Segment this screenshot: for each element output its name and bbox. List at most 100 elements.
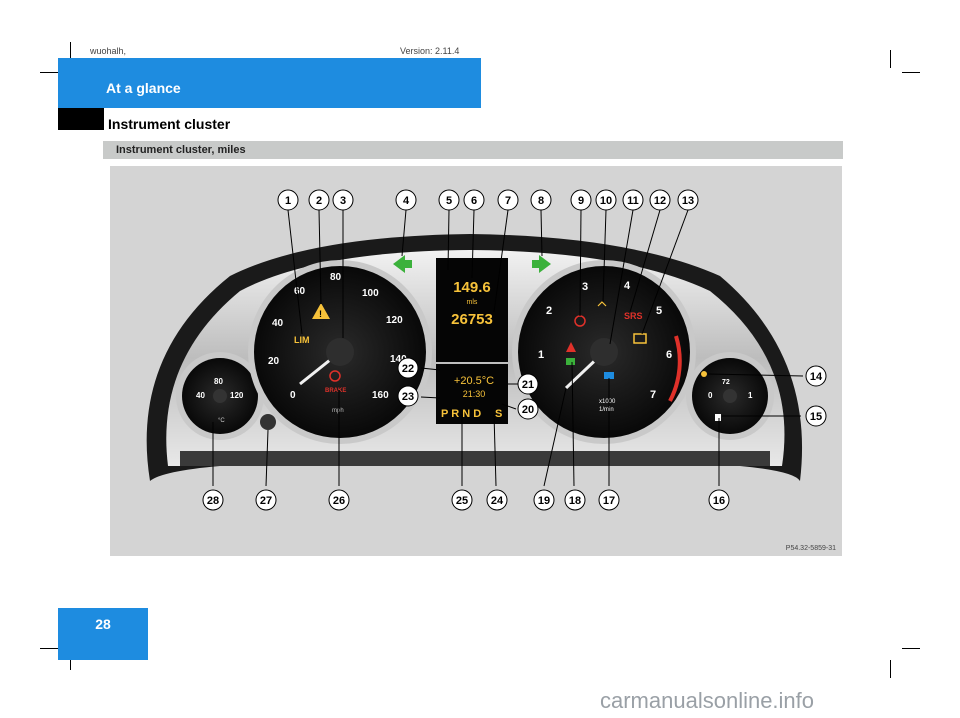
instrument-cluster-figure: 80 40 120 °C 0 20 40 60 80 100 120 140 1… (110, 166, 842, 556)
section-title: At a glance (106, 80, 181, 96)
crop-mark (890, 50, 891, 68)
tacho-tick: 4 (624, 280, 631, 292)
callout-label: 5 (446, 195, 452, 207)
reset-knob (260, 414, 276, 430)
coolant-tick: 120 (230, 391, 244, 400)
callout-label: 18 (569, 495, 581, 507)
watermark: carmanualsonline.info (600, 688, 815, 713)
speedo-tick: 160 (372, 390, 389, 401)
tacho-tick: 2 (546, 305, 552, 317)
callout-label: 10 (600, 195, 612, 207)
fuel-pump-icon (715, 414, 721, 421)
page-number: 28 (95, 616, 111, 632)
srs-label: SRS (624, 311, 643, 321)
gear-indicator: P R N D (441, 408, 481, 420)
callout-18: 18 (564, 489, 586, 511)
callout-label: 12 (654, 195, 666, 207)
callout-19: 19 (533, 489, 555, 511)
speedo-tick: 40 (272, 318, 284, 329)
callout-label: 14 (810, 371, 823, 383)
callout-28: 28 (202, 489, 224, 511)
figure-id: P54.32-5859-31 (786, 545, 836, 552)
callout-3: 3 (332, 189, 354, 211)
callout-label: 16 (713, 495, 725, 507)
center-display: 149.6 mls 26753 +20.5°C 21:30 P R N D S (436, 258, 508, 424)
tacho-tick: 5 (656, 305, 662, 317)
tacho-unit-line1: x1000 (599, 399, 616, 405)
svg-text:!: ! (319, 309, 322, 319)
callout-27: 27 (255, 489, 277, 511)
callout-20: 20 (517, 398, 539, 420)
callout-21: 21 (517, 373, 539, 395)
time-readout: 21:30 (463, 389, 486, 399)
callout-7: 7 (497, 189, 519, 211)
odometer-readout: 26753 (451, 311, 493, 328)
callout-22: 22 (397, 357, 419, 379)
callout-label: 27 (260, 495, 272, 507)
callout-5: 5 (438, 189, 460, 211)
coolant-tick: 80 (214, 377, 223, 386)
callout-23: 23 (397, 385, 419, 407)
tachometer: 1 2 3 4 5 6 7 SRS x1000 1/min (512, 260, 696, 444)
callout-label: 26 (333, 495, 345, 507)
callout-label: 19 (538, 495, 550, 507)
header-meta-right: Version: 2.11.4 (400, 46, 460, 56)
callout-8: 8 (530, 189, 552, 211)
callout-6: 6 (463, 189, 485, 211)
callout-label: 2 (316, 195, 322, 207)
callout-25: 25 (451, 489, 473, 511)
callout-15: 15 (805, 405, 827, 427)
callout-11: 11 (622, 189, 644, 211)
callout-label: 24 (491, 495, 504, 507)
callout-label: 22 (402, 363, 414, 375)
page-subtitle: Instrument cluster (108, 116, 231, 132)
callout-label: 1 (285, 195, 291, 207)
callout-label: 3 (340, 195, 346, 207)
callout-label: 20 (522, 404, 534, 416)
crop-mark (890, 660, 891, 678)
fog-light-icon (566, 358, 575, 365)
callout-12: 12 (649, 189, 671, 211)
callout-label: 9 (578, 195, 584, 207)
trip-unit: mls (467, 299, 478, 306)
speedo-tick: 100 (362, 288, 379, 299)
speedo-tick: 80 (330, 272, 342, 283)
callout-label: 23 (402, 391, 414, 403)
tacho-tick: 1 (538, 349, 544, 361)
tacho-unit-line2: 1/min (599, 407, 614, 413)
callout-10: 10 (595, 189, 617, 211)
callout-1: 1 (277, 189, 299, 211)
callout-14: 14 (805, 365, 827, 387)
callout-16: 16 (708, 489, 730, 511)
brake-label: BRAKE (325, 388, 346, 394)
fuel-reserve-icon (701, 371, 707, 377)
callout-label: 11 (627, 195, 639, 207)
crop-mark (40, 72, 58, 73)
callout-2: 2 (308, 189, 330, 211)
callout-4: 4 (395, 189, 417, 211)
fuel-tick: 72 (722, 379, 730, 386)
instrument-cluster-illustration: 80 40 120 °C 0 20 40 60 80 100 120 140 1… (110, 166, 842, 556)
speedometer: 0 20 40 60 80 100 120 140 160 ! LIM BRAK… (248, 260, 432, 444)
high-beam-icon (604, 372, 614, 379)
fuel-tick: 1 (748, 391, 753, 400)
header-meta-left: wuohalh, (90, 46, 127, 56)
coolant-unit: °C (218, 418, 225, 424)
speedo-tick: 20 (268, 356, 280, 367)
callout-9: 9 (570, 189, 592, 211)
callout-13: 13 (677, 189, 699, 211)
callout-label: 8 (538, 195, 544, 207)
figure-caption: Instrument cluster, miles (116, 144, 246, 156)
tacho-tick: 7 (650, 389, 656, 401)
fuel-gauge: 0 1 72 (686, 352, 774, 440)
callout-label: 7 (505, 195, 511, 207)
callout-label: 25 (456, 495, 468, 507)
tacho-tick: 3 (582, 281, 588, 293)
tacho-tick: 6 (666, 349, 672, 361)
coolant-tick: 40 (196, 391, 205, 400)
trip-readout: 149.6 (453, 279, 491, 296)
callout-label: 15 (810, 411, 822, 423)
callout-label: 4 (403, 195, 410, 207)
speedo-tick: 0 (290, 390, 296, 401)
temp-readout: +20.5°C (454, 375, 494, 387)
